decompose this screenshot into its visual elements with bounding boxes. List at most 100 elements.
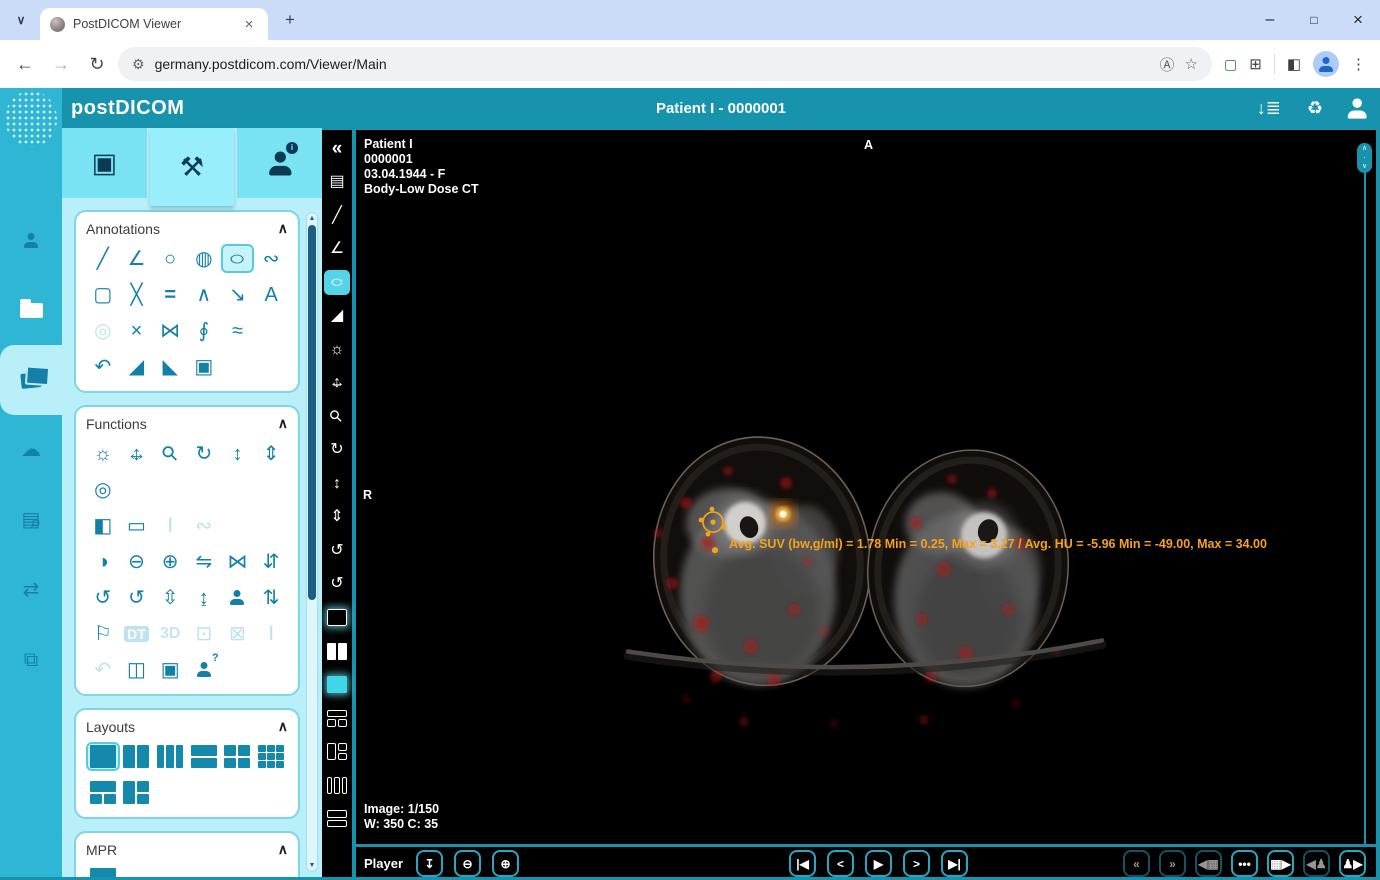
sort-stack-tool[interactable]: ⇕ — [324, 505, 350, 530]
collapse-section-icon[interactable]: ∧ — [278, 718, 288, 735]
intersecting-lines-tool[interactable]: × — [120, 316, 154, 345]
next-series-button[interactable]: » — [1159, 850, 1186, 877]
save-annotations-button[interactable]: ▣ — [187, 352, 221, 381]
sidebar-item-sync[interactable]: ⇄ — [0, 555, 62, 625]
zoom-out-button[interactable]: ⊖ — [120, 547, 154, 576]
flip-vertical-tool[interactable]: ⇵ — [254, 547, 288, 576]
ruler-tool[interactable]: ╱ — [86, 244, 120, 273]
new-tab-button[interactable]: + — [278, 10, 302, 30]
angle-tool[interactable]: ∠ — [120, 244, 154, 273]
handles-box-tool[interactable]: ⊡ — [187, 619, 221, 648]
expand-vertical-tool[interactable]: ⇳ — [153, 583, 187, 612]
ruler-tool[interactable]: ╱ — [324, 203, 350, 228]
freehand-roi-tool[interactable]: ∾ — [187, 511, 221, 540]
undo-annotation-button[interactable]: ↶ — [86, 352, 120, 381]
flip-horizontal-tool[interactable]: ⋈ — [221, 547, 255, 576]
tab-search-button[interactable]: ∨ — [8, 7, 34, 33]
sidebar-item-cloud-upload[interactable]: ☁ ↑ — [0, 415, 62, 485]
tab-tools[interactable]: ⚒ — [149, 128, 235, 206]
reload-button[interactable]: ↻ — [82, 49, 112, 79]
cine-loop-tool[interactable]: ↺ — [86, 583, 120, 612]
localizer-tool[interactable]: ◎ — [86, 475, 120, 504]
cine-loop-tool[interactable]: ↺ — [324, 538, 350, 563]
window-level-tool[interactable]: ☼ — [324, 337, 350, 362]
previous-image-button[interactable]: < — [827, 850, 855, 877]
sidebar-item-worklist[interactable]: ▤ ⚲ — [0, 485, 62, 555]
collapse-section-icon[interactable]: ∧ — [278, 415, 288, 432]
layout-left1-right2[interactable] — [120, 778, 154, 807]
bookmark-star-icon[interactable]: ☆ — [1185, 55, 1198, 73]
undo-function-button[interactable]: ↶ — [86, 655, 120, 684]
circle-tool[interactable]: ○ — [153, 244, 187, 273]
panel-scrollbar[interactable]: ▲ ▼ — [306, 212, 318, 872]
layout-1x1-button[interactable] — [324, 605, 350, 630]
next-layout-button[interactable]: ▦▶ — [1267, 850, 1294, 877]
last-image-button[interactable]: ▶| — [941, 850, 969, 877]
magnify-tool[interactable]: ⚲ — [324, 404, 350, 429]
forward-button[interactable]: → — [46, 49, 76, 79]
back-button[interactable]: ← — [10, 49, 40, 79]
scroll-up-icon[interactable]: ▲ — [307, 215, 317, 222]
stack-scroll-pin[interactable]: ∧ · ∨ — [1357, 143, 1372, 173]
sort-order-icon[interactable]: ↓≣ — [1257, 94, 1281, 123]
sort-stack-tool[interactable]: ⇕ — [254, 439, 288, 468]
sidebar-item-share-monitor[interactable]: ⧉ — [0, 625, 62, 695]
play-button[interactable]: ▶ — [865, 850, 893, 877]
patient-query-button[interactable]: ? — [187, 652, 221, 684]
bone-removal-tool[interactable]: Ⅰ — [153, 511, 187, 540]
reorder-stack-tool[interactable]: ⇅ — [254, 583, 288, 612]
previous-layout-button[interactable]: ◀▦ — [1195, 850, 1222, 877]
decrease-speed-button[interactable]: ⊖ — [454, 850, 482, 877]
scroll-stack-tool[interactable]: ↕ — [324, 471, 350, 496]
crop-off-tool[interactable]: ⊠ — [221, 619, 255, 648]
sidebar-item-patients[interactable] — [0, 205, 62, 275]
polyline-tool[interactable]: ∧ — [187, 280, 221, 309]
trash-icon[interactable]: ♻ — [1307, 94, 1323, 123]
tab-close-icon[interactable]: × — [240, 16, 258, 33]
collapse-section-icon[interactable]: ∧ — [278, 220, 288, 237]
first-image-button[interactable]: |◀ — [789, 850, 817, 877]
ellipse-tool[interactable]: ○ — [324, 270, 350, 295]
pan-tool[interactable]: ↔ ↕ — [324, 371, 350, 396]
rotate-tool[interactable]: ↻ — [187, 439, 221, 468]
collapse-section-icon[interactable]: ∧ — [278, 841, 288, 858]
cine-adjust-tool[interactable]: ↺ — [324, 572, 350, 597]
panel-scrollbar-thumb[interactable] — [308, 225, 316, 601]
increase-speed-button[interactable]: ⊕ — [492, 850, 520, 877]
magnify-tool[interactable]: ⚲ — [153, 439, 187, 468]
bone-tool[interactable]: Ⅰ — [254, 619, 288, 648]
tag-tool[interactable]: ⚐ — [86, 619, 120, 648]
close-button[interactable]: × — [1336, 0, 1380, 40]
cobb-angle-tool[interactable]: ⋈ — [153, 316, 187, 345]
roi-measurement-text[interactable]: Avg. SUV (bw,g/ml) = 1.78 Min = 0.25, Ma… — [729, 537, 1267, 551]
invert-tool[interactable]: ◑ — [86, 547, 120, 576]
browser-tab[interactable]: PostDICOM Viewer × — [40, 8, 268, 40]
layout-current-button[interactable] — [324, 672, 350, 697]
minimize-button[interactable]: – — [1248, 0, 1292, 40]
ellipse-tool[interactable]: ○ — [220, 244, 255, 273]
layout-3x3[interactable] — [254, 742, 288, 771]
layout-2x2[interactable] — [221, 742, 255, 771]
parallel-lines-tool[interactable]: = — [153, 280, 187, 309]
previous-series-button[interactable]: « — [1123, 850, 1150, 877]
rectangle-tool[interactable]: ▢ — [86, 280, 120, 309]
closed-freehand-tool[interactable]: ∮ — [187, 316, 221, 345]
tab-patient-info[interactable]: i — [237, 128, 323, 198]
zoom-in-button[interactable]: ⊕ — [153, 547, 187, 576]
layout-top1-bottom2[interactable] — [86, 778, 120, 807]
screenshot-icon[interactable]: ▢ — [1224, 56, 1237, 73]
angle-tool[interactable]: ∠ — [324, 237, 350, 262]
dicom-viewport[interactable]: Patient I 0000001 03.04.1944 - F Body-Lo… — [356, 130, 1376, 844]
spline-curve-tool[interactable]: ≈ — [221, 316, 255, 345]
collapse-panel-button[interactable]: « — [324, 136, 350, 161]
region-window-level-tool[interactable]: ◧ — [86, 511, 120, 540]
text-tool[interactable]: A — [254, 280, 288, 309]
sidebar-item-folders[interactable] — [0, 275, 62, 345]
layout-2x1[interactable] — [187, 742, 221, 771]
lock-image-button[interactable]: ▣ — [153, 655, 187, 684]
url-input[interactable]: ⚙ germany.postdicom.com/Viewer/Main Ⓐ ☆ — [118, 47, 1212, 81]
export-image-button[interactable]: ◫ — [120, 655, 154, 684]
next-patient-button[interactable]: ♟▶ — [1339, 850, 1366, 877]
site-info-icon[interactable]: ⚙ — [132, 56, 145, 73]
collapse-vertical-tool[interactable]: ↨ — [187, 583, 221, 612]
